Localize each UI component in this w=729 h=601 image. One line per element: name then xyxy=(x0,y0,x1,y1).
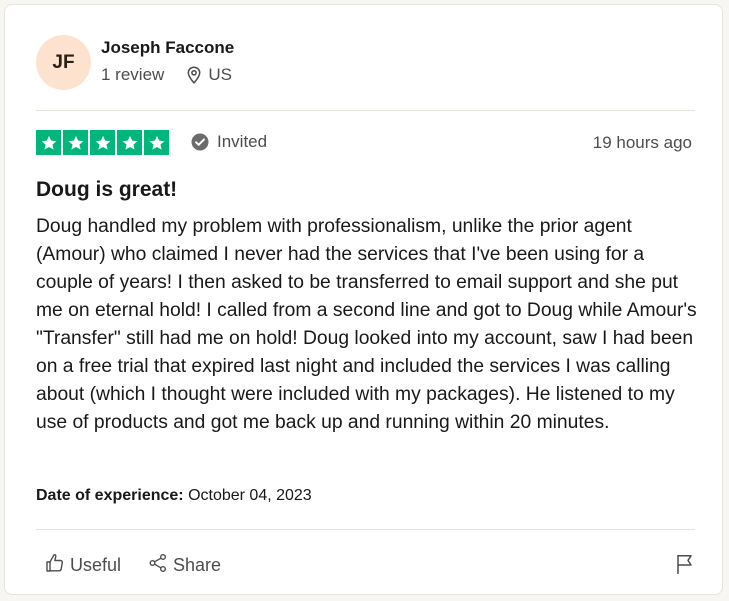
useful-label: Useful xyxy=(70,555,122,575)
review-title[interactable]: Doug is great! xyxy=(36,178,177,202)
share-button[interactable]: Share xyxy=(148,553,221,578)
flag-icon[interactable] xyxy=(675,553,695,580)
location-pin-icon xyxy=(186,66,202,84)
reviewer-meta: 1 review US xyxy=(101,65,232,85)
experience-date: October 04, 2023 xyxy=(188,487,312,504)
reviewer-name[interactable]: Joseph Faccone xyxy=(101,38,234,58)
check-circle-icon xyxy=(191,133,209,151)
star-icon xyxy=(63,130,88,155)
review-card: JF Joseph Faccone 1 review US Invited 19… xyxy=(4,4,723,595)
star-icon xyxy=(90,130,115,155)
date-of-experience: Date of experience: October 04, 2023 xyxy=(36,487,312,505)
share-label: Share xyxy=(173,555,222,575)
star-icon xyxy=(144,130,169,155)
review-count: 1 review xyxy=(101,65,165,84)
experience-label: Date of experience: xyxy=(36,487,184,504)
reviewer-country: US xyxy=(208,65,232,84)
review-timestamp: 19 hours ago xyxy=(592,133,692,152)
useful-button[interactable]: Useful xyxy=(45,553,121,578)
invited-label: Invited xyxy=(217,132,268,151)
header-divider xyxy=(36,110,695,111)
footer-divider xyxy=(36,529,695,530)
star-icon xyxy=(117,130,142,155)
share-icon xyxy=(148,553,173,578)
avatar[interactable]: JF xyxy=(36,35,91,90)
star-rating xyxy=(36,130,169,155)
invited-badge[interactable]: Invited xyxy=(191,132,267,152)
star-icon xyxy=(36,130,61,155)
thumbs-up-icon xyxy=(45,553,70,578)
review-body: Doug handled my problem with professiona… xyxy=(36,216,697,433)
